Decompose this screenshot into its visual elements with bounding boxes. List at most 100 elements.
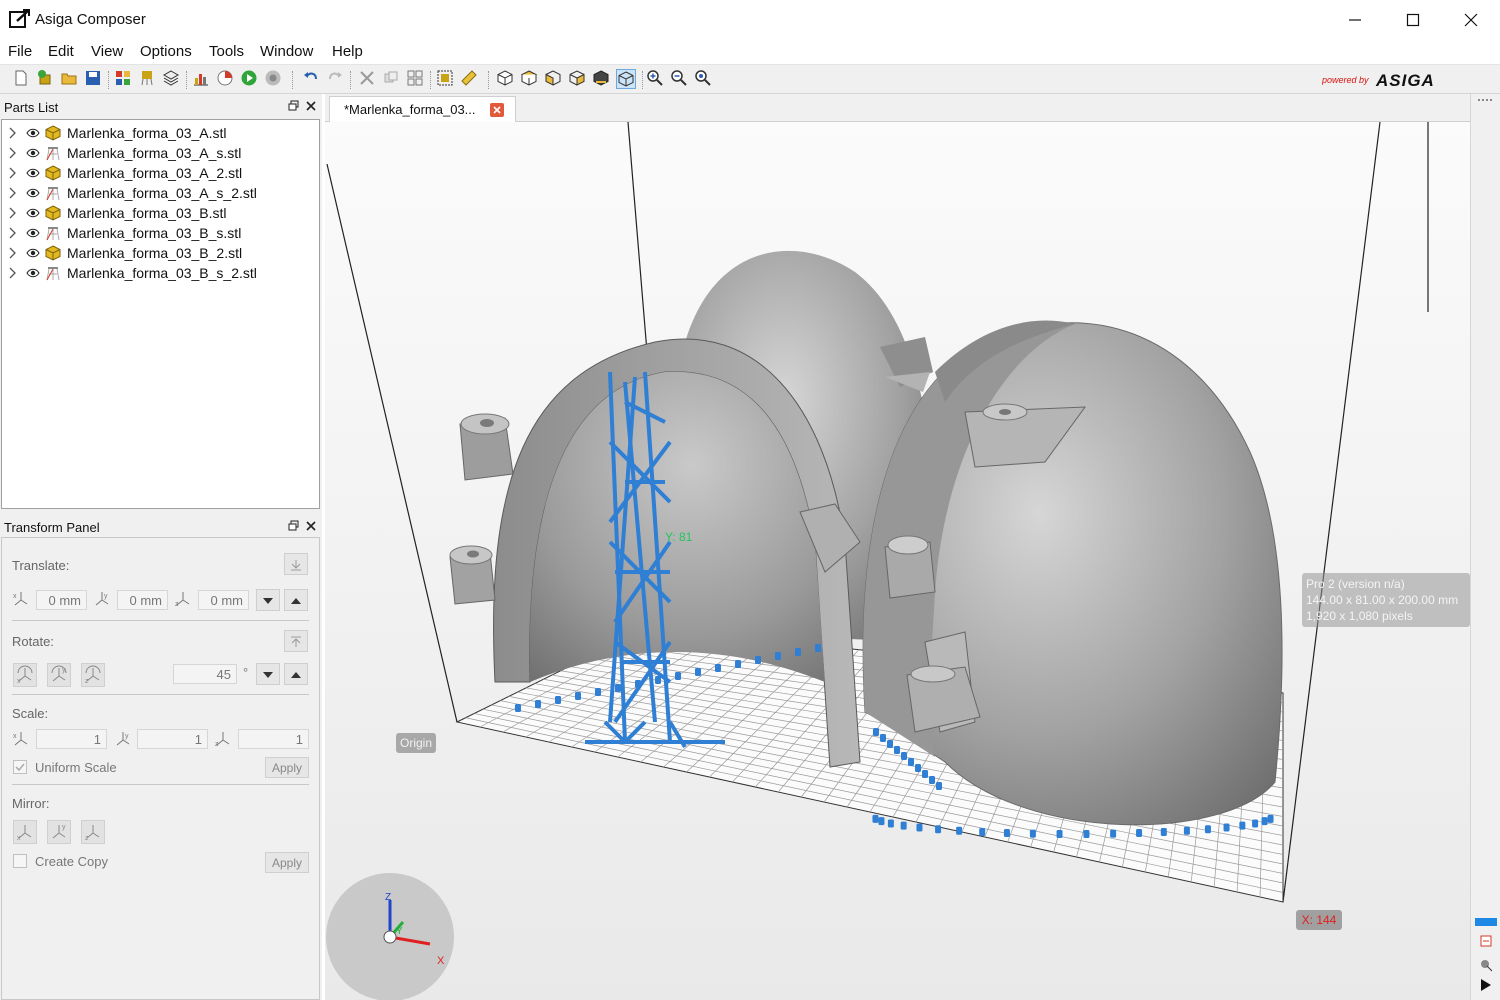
add-part-button[interactable] [36,69,56,89]
build-volume-scene[interactable]: X Y Z [325,122,1470,1000]
float-panel-icon[interactable] [287,519,301,533]
support-pin [929,776,935,784]
view-iso-button[interactable] [496,69,516,89]
visibility-eye-icon[interactable] [26,148,40,158]
close-button[interactable] [1442,0,1500,40]
part-list-item[interactable]: Marlenka_forma_03_A_2.stl [2,163,320,183]
part-list-item[interactable]: Marlenka_forma_03_A_s_2.stl [2,183,320,203]
chevron-right-icon[interactable] [8,247,18,259]
translate-z-field[interactable]: 0 mm [198,590,249,610]
rotate-x-button[interactable]: x [13,663,37,687]
layers-button[interactable] [162,69,182,89]
close-tab-button[interactable] [490,103,504,117]
section-divider [12,784,309,785]
statistics-button[interactable] [216,69,236,89]
menu-view[interactable]: View [91,43,123,60]
create-copy-checkbox[interactable] [13,854,27,868]
part-list-item[interactable]: Marlenka_forma_03_B_s_2.stl [2,263,320,283]
chevron-right-icon[interactable] [8,207,18,219]
part-list-item[interactable]: Marlenka_forma_03_B_s.stl [2,223,320,243]
scale-y-field[interactable]: 1 [137,729,208,749]
close-panel-icon[interactable] [304,99,318,113]
tab-document[interactable]: *Marlenka_forma_03... [329,96,516,122]
mirror-z-button[interactable]: z [81,820,105,844]
duplicate-button[interactable] [382,69,402,89]
chevron-right-icon[interactable] [8,227,18,239]
rotate-z-button[interactable]: z [81,663,105,687]
zoom-out-button[interactable] [670,69,690,89]
redo-button[interactable] [326,69,346,89]
visibility-eye-icon[interactable] [26,208,40,218]
visibility-eye-icon[interactable] [26,228,40,238]
auto-orient-button[interactable] [284,630,308,652]
float-panel-icon[interactable] [287,99,301,113]
menu-file[interactable]: File [8,43,32,60]
visibility-eye-icon[interactable] [26,268,40,278]
pin-icon[interactable] [1479,958,1493,972]
view-bottom-button[interactable] [592,69,612,89]
maximize-button[interactable] [1384,0,1442,40]
translate-y-field[interactable]: 0 mm [117,590,168,610]
open-file-button[interactable] [60,69,80,89]
arrange-button[interactable] [406,69,426,89]
title-bar: Asiga Composer [0,0,1500,40]
drop-to-platform-button[interactable] [284,553,308,575]
part-list-item[interactable]: Marlenka_forma_03_B_2.stl [2,243,320,263]
scale-z-field[interactable]: 1 [238,729,309,749]
menu-options[interactable]: Options [140,43,192,60]
translate-increase-button[interactable] [284,589,308,611]
slice-button[interactable] [114,69,134,89]
scale-x-field[interactable]: 1 [36,729,107,749]
support-pin [1261,817,1268,826]
play-animation-icon[interactable] [1480,978,1492,992]
rotate-increase-button[interactable] [284,663,308,685]
visibility-eye-icon[interactable] [26,128,40,138]
visibility-eye-icon[interactable] [26,188,40,198]
menu-edit[interactable]: Edit [48,43,74,60]
part-list-item[interactable]: Marlenka_forma_03_A.stl [2,123,320,143]
zoom-in-button[interactable] [646,69,666,89]
layer-toggle-icon[interactable] [1479,934,1493,948]
chevron-right-icon[interactable] [8,167,18,179]
scale-apply-button[interactable]: Apply [265,757,309,778]
view-top-button[interactable] [520,69,540,89]
visibility-eye-icon[interactable] [26,168,40,178]
part-list-item[interactable]: Marlenka_forma_03_B.stl [2,203,320,223]
view-front-button[interactable] [544,69,564,89]
minimize-button[interactable] [1326,0,1384,40]
chevron-right-icon[interactable] [8,267,18,279]
view-side-button[interactable] [568,69,588,89]
chevron-right-icon[interactable] [8,187,18,199]
start-build-button[interactable] [240,69,260,89]
uniform-scale-checkbox[interactable] [13,760,27,774]
rotate-decrease-button[interactable] [256,663,280,685]
menu-help[interactable]: Help [332,43,363,60]
mirror-x-button[interactable]: x [13,820,37,844]
visibility-eye-icon[interactable] [26,248,40,258]
mirror-apply-button[interactable]: Apply [265,852,309,873]
new-file-button[interactable] [12,69,32,89]
measure-button[interactable] [460,69,480,89]
close-panel-icon[interactable] [304,519,318,533]
rotate-angle-field[interactable]: 45 [173,664,237,684]
chevron-right-icon[interactable] [8,147,18,159]
delete-button[interactable] [358,69,378,89]
mirror-y-button[interactable]: y [47,820,71,844]
save-button[interactable] [84,69,104,89]
part-list-item[interactable]: Marlenka_forma_03_A_s.stl [2,143,320,163]
zoom-fit-button[interactable] [694,69,714,89]
axis-gizmo[interactable]: X Y Z [326,873,454,1000]
menu-window[interactable]: Window [260,43,313,60]
printer-button[interactable] [264,69,284,89]
build-report-button[interactable] [192,69,212,89]
rotate-y-button[interactable]: y [47,663,71,687]
select-all-button[interactable] [436,69,456,89]
translate-decrease-button[interactable] [256,589,280,611]
undo-button[interactable] [302,69,322,89]
menu-tools[interactable]: Tools [209,43,244,60]
3d-viewport[interactable]: X Y Z [325,122,1470,1000]
chevron-right-icon[interactable] [8,127,18,139]
translate-x-field[interactable]: 0 mm [36,590,87,610]
view-wireframe-button[interactable] [616,69,636,89]
supports-button[interactable] [138,69,158,89]
